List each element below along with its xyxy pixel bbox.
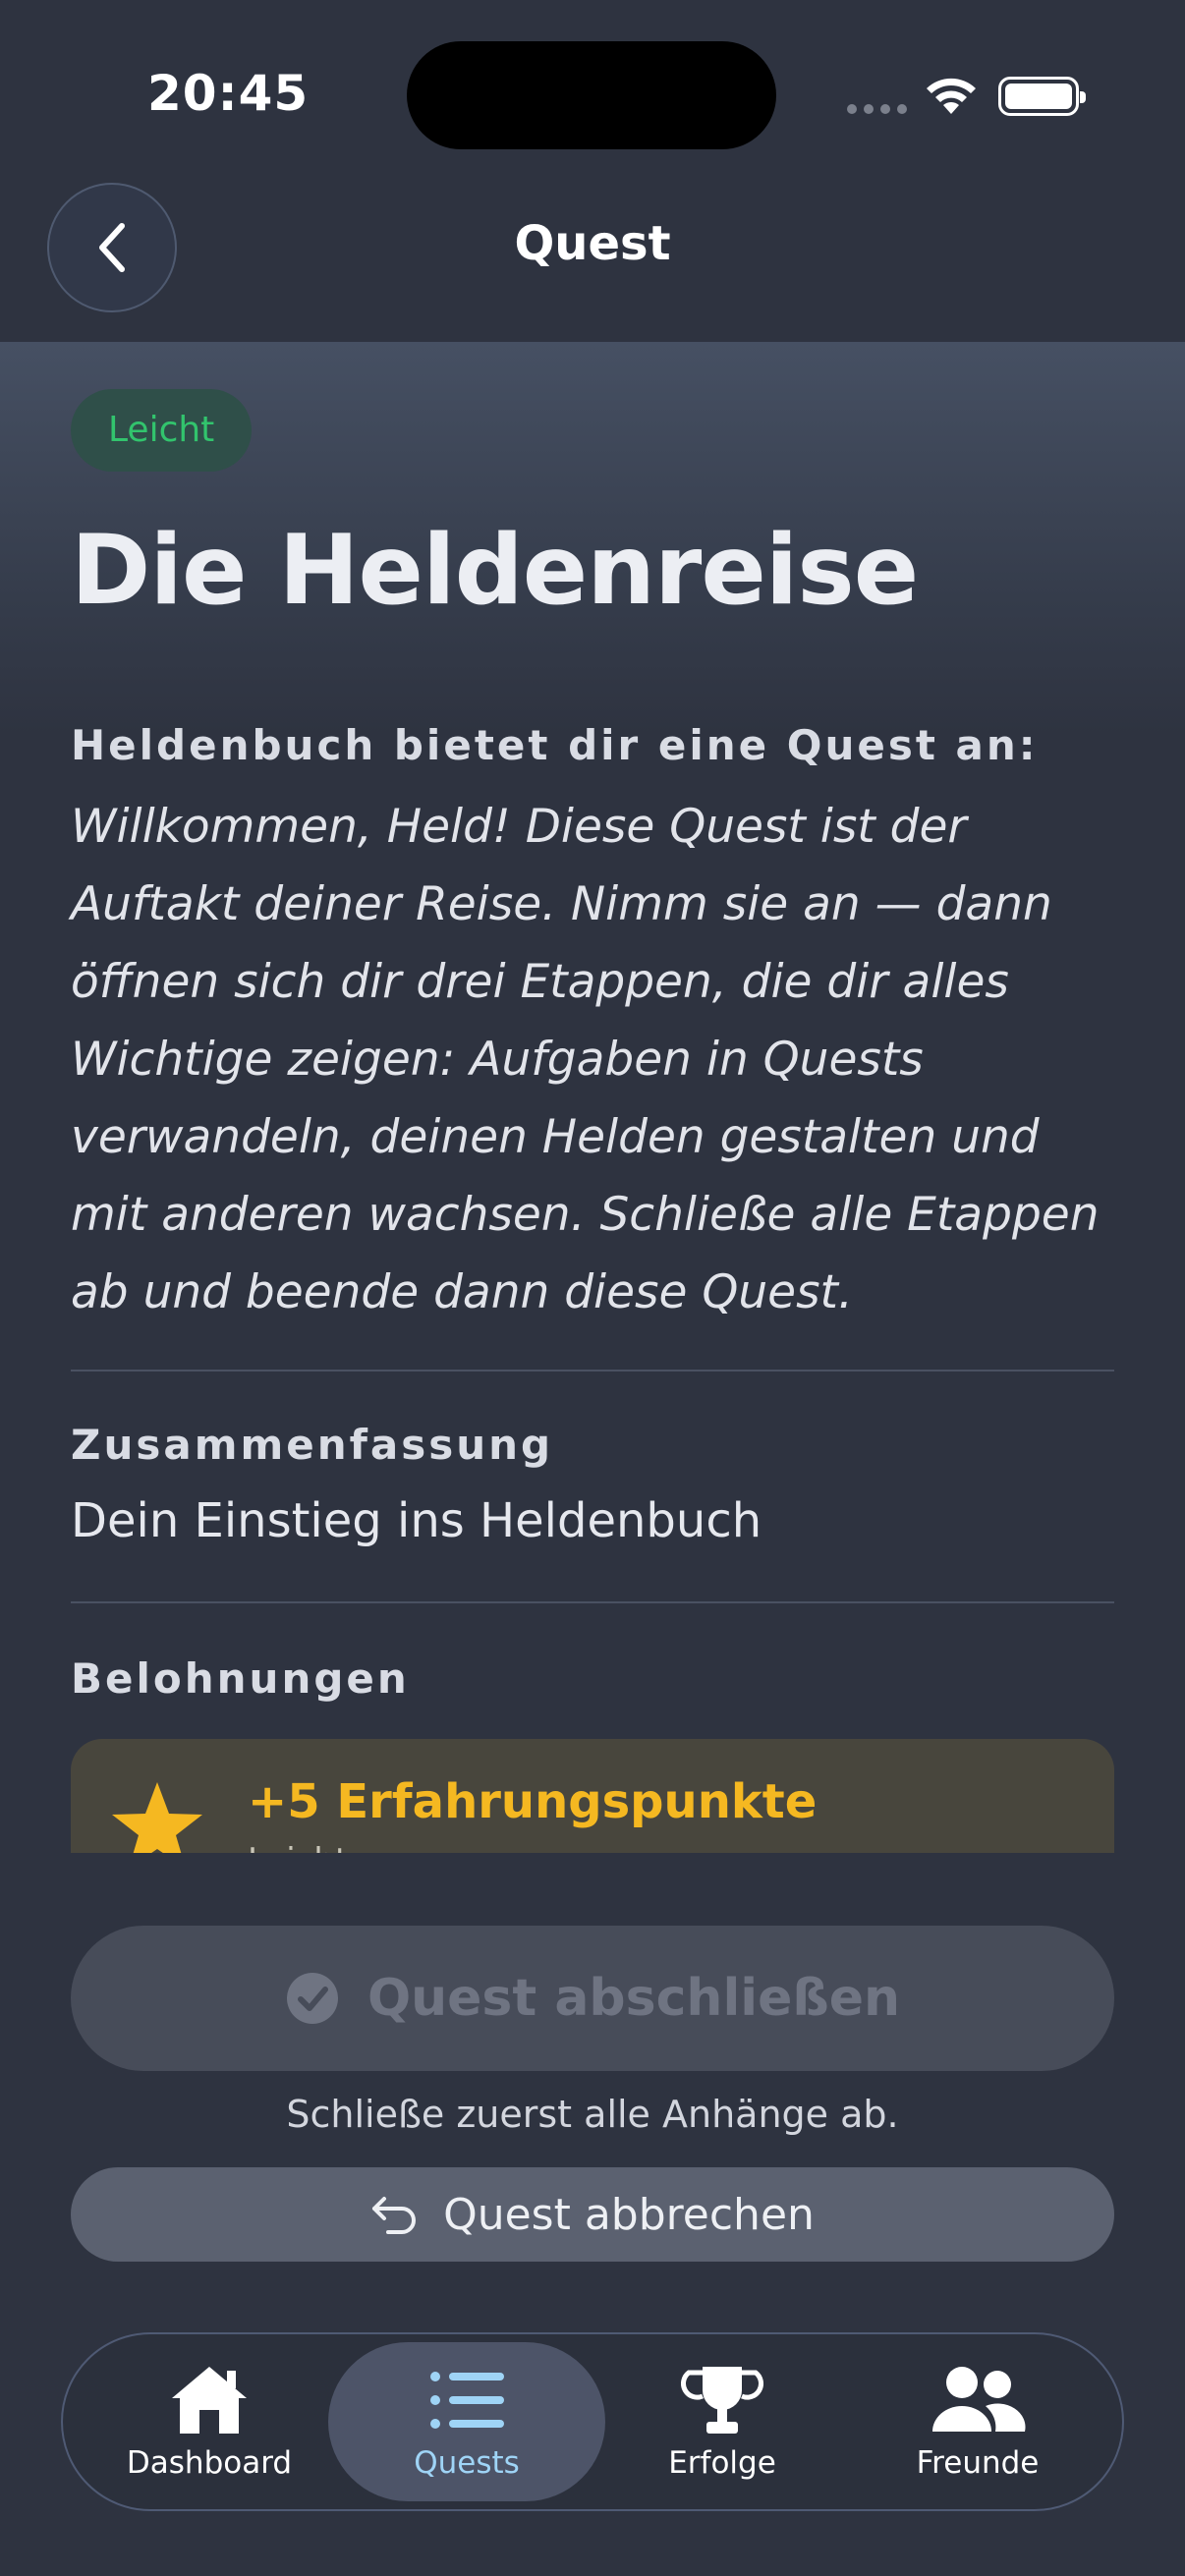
cellular-signal-icon (847, 104, 907, 114)
tab-label: Dashboard (126, 2445, 293, 2481)
rewards-label: Belohnungen (71, 1654, 410, 1703)
abort-quest-label: Quest abbrechen (443, 2189, 815, 2240)
divider (71, 1370, 1114, 1372)
summary-label: Zusammenfassung (71, 1421, 554, 1469)
tab-label: Freunde (916, 2445, 1040, 2481)
house-icon (172, 2367, 247, 2434)
quest-title: Die Heldenreise (71, 515, 919, 627)
quest-detail-content[interactable]: Leicht Die Heldenreise Heldenbuch bietet… (0, 342, 1185, 1855)
divider (71, 1601, 1114, 1603)
battery-icon (998, 77, 1086, 116)
tab-freunde[interactable]: Freunde (839, 2342, 1116, 2501)
tab-bar: Dashboard Quests Erfolge Freunde (61, 2332, 1124, 2511)
abort-quest-button[interactable]: Quest abbrechen (71, 2167, 1114, 2262)
tab-label: Erfolge (668, 2445, 776, 2481)
wifi-icon (927, 78, 976, 114)
complete-quest-label: Quest abschließen (367, 1969, 901, 2028)
complete-quest-button[interactable]: Quest abschließen (71, 1926, 1114, 2071)
star-icon (112, 1782, 202, 1855)
complete-hint: Schließe zuerst alle Anhänge ab. (286, 2093, 899, 2136)
undo-arrow-icon (372, 2197, 417, 2234)
page-title: Quest (514, 216, 671, 271)
trophy-icon (681, 2367, 763, 2434)
difficulty-badge: Leicht (71, 389, 253, 472)
people-icon (932, 2367, 1026, 2432)
checkmark-circle-icon (286, 1973, 338, 2024)
tab-quests[interactable]: Quests (328, 2342, 605, 2501)
quest-actions: Quest abschließen Schließe zuerst alle A… (0, 1853, 1185, 2266)
reward-card: +5 Erfahrungspunkte Leicht (71, 1739, 1114, 1855)
tab-dashboard[interactable]: Dashboard (71, 2342, 348, 2501)
reward-title: +5 Erfahrungspunkte (248, 1774, 818, 1829)
list-icon (430, 2372, 504, 2429)
offer-label: Heldenbuch bietet dir eine Quest an: (71, 721, 1039, 769)
tab-erfolge[interactable]: Erfolge (584, 2342, 861, 2501)
dynamic-island (407, 41, 776, 149)
summary-text: Dein Einstieg ins Heldenbuch (71, 1493, 762, 1548)
status-time: 20:45 (147, 65, 310, 122)
status-bar: 20:45 (0, 0, 1185, 187)
top-bar: Quest (0, 177, 1185, 342)
tab-label: Quests (414, 2445, 520, 2481)
quest-description: Willkommen, Held! Diese Quest ist der Au… (71, 800, 1100, 1319)
